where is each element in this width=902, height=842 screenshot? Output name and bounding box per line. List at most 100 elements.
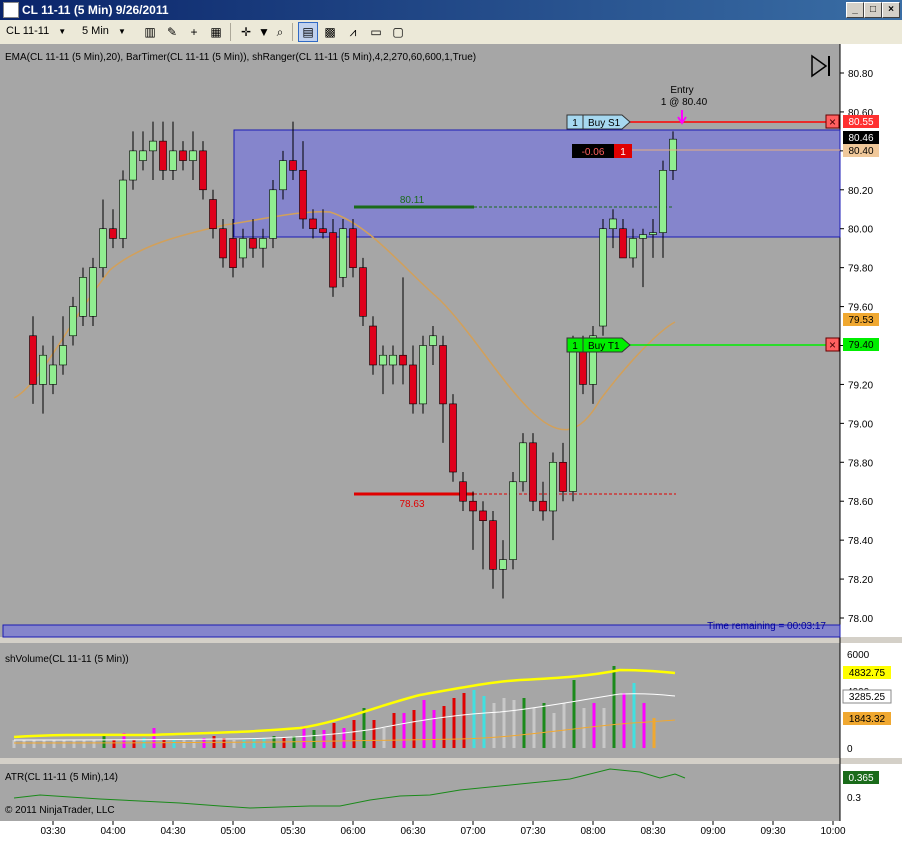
candle-body [399, 354, 407, 366]
volume-yellow-line [13, 668, 676, 739]
candle-body [619, 228, 627, 259]
add-icon[interactable]: + [184, 22, 204, 42]
candle-body [89, 267, 97, 317]
time-tick-label: 05:30 [280, 826, 305, 837]
close-button[interactable]: × [882, 2, 900, 18]
candle-body [109, 228, 117, 239]
volume-bar [472, 690, 476, 748]
buy-s1-label: Buy S1 [588, 118, 621, 129]
time-tick-label: 07:00 [460, 826, 485, 837]
entry-label: Entry [670, 85, 693, 96]
stop-price-marker: 80.55 [843, 115, 879, 128]
volume-bar [12, 740, 16, 748]
price-tick-label: 78.60 [848, 497, 873, 508]
volume-bar [252, 738, 256, 748]
panel-splitter-atr[interactable] [0, 758, 902, 764]
volume-bar [352, 720, 356, 748]
volume-bar [282, 738, 286, 748]
volume-bar [522, 698, 526, 748]
candle-body [179, 150, 187, 161]
volume-orange-marker: 1843.32 [843, 712, 891, 725]
cancel-buy-s1-button[interactable]: × [825, 114, 840, 129]
candle-body [329, 232, 337, 288]
pencil-icon[interactable]: ✎ [162, 22, 182, 42]
candle-body [259, 238, 267, 249]
candle-body [189, 150, 197, 161]
buy-t1-label: Buy T1 [588, 341, 620, 352]
volume-bar [452, 698, 456, 748]
volume-bar [602, 708, 606, 748]
candle-body [199, 150, 207, 191]
position-pnl: -0.06 [582, 147, 605, 158]
candle-body [409, 364, 417, 405]
chart-trader-icon[interactable]: ▤ [298, 22, 318, 42]
panel-splitter-volume[interactable] [0, 637, 902, 643]
volume-bar [632, 683, 636, 748]
buy-t1-order[interactable]: 1 Buy T1 [566, 337, 631, 353]
volume-bar [642, 703, 646, 748]
volume-bar [622, 693, 626, 748]
volume-bar [182, 740, 186, 748]
bar-type-icon[interactable]: ▥ [140, 22, 160, 42]
volume-bar [382, 728, 386, 748]
candle-body [479, 510, 487, 521]
candle-body [369, 325, 377, 366]
candle-body [649, 232, 657, 235]
candle-body [319, 228, 327, 233]
candle-body [429, 335, 437, 346]
atr-axis-tick: 0.3 [847, 793, 861, 804]
candle-body [209, 199, 217, 230]
candle-body [539, 500, 547, 512]
position-marker[interactable]: -0.06 1 [572, 144, 632, 158]
volume-bar [262, 738, 266, 748]
atr-value-marker: 0.365 [843, 771, 879, 784]
candle-body [569, 345, 577, 492]
minimize-button[interactable]: _ [846, 2, 864, 18]
volume-bar [222, 738, 226, 748]
volume-yellow-marker: 4832.75 [843, 666, 891, 679]
skip-to-end-icon[interactable] [811, 54, 830, 78]
properties-icon[interactable]: ▭ [366, 22, 386, 42]
time-tick-label: 09:30 [760, 826, 785, 837]
buy-s1-order[interactable]: 1 Buy S1 [566, 114, 631, 130]
candle-body [229, 238, 237, 268]
svg-text:1843.32: 1843.32 [849, 714, 886, 725]
grid-icon[interactable]: ▦ [206, 22, 226, 42]
candle-body [279, 160, 287, 191]
candle-body [29, 335, 37, 385]
chart-area[interactable]: 80.11 78.63 1 Buy S1 × 1 Buy T1 × -0.06 … [0, 44, 902, 842]
svg-text:3285.25: 3285.25 [849, 692, 886, 703]
chart-canvas[interactable]: 80.11 78.63 1 Buy S1 × 1 Buy T1 × -0.06 … [0, 44, 902, 842]
volume-bar [232, 740, 236, 748]
volume-bar [342, 728, 346, 748]
window-title: CL 11-11 (5 Min) 9/26/2011 [22, 3, 169, 17]
candle-body [669, 138, 677, 171]
svg-text:80.40: 80.40 [848, 146, 873, 157]
time-tick-label: 05:00 [220, 826, 245, 837]
volume-bar [102, 736, 106, 748]
candle-body [269, 189, 277, 239]
candle-body [49, 364, 57, 385]
volume-bar [52, 740, 56, 748]
indicators-icon[interactable]: ⩘ [343, 22, 363, 42]
candle-body [249, 238, 257, 249]
volume-bar [612, 666, 616, 748]
instrument-selector[interactable]: CL 11-11 ▼ [6, 23, 76, 40]
price-tick-label: 79.80 [848, 264, 873, 275]
copyright-label: © 2011 NinjaTrader, LLC [5, 805, 115, 816]
maximize-button[interactable]: □ [864, 2, 882, 18]
price-tick-label: 79.00 [848, 419, 873, 430]
position-qty: 1 [620, 147, 626, 158]
strategies-icon[interactable]: ▩ [320, 22, 340, 42]
interval-selector[interactable]: 5 Min ▼ [82, 23, 138, 40]
volume-bar [42, 740, 46, 748]
cancel-buy-t1-button[interactable]: × [825, 337, 840, 352]
data-box-icon[interactable]: ▢ [388, 22, 408, 42]
candle-body [79, 277, 87, 317]
zoom-icon[interactable]: ⌕ [270, 22, 290, 42]
volume-bar [572, 680, 576, 748]
candle-body [389, 354, 397, 366]
crosshair-icon[interactable]: ✛ [236, 22, 256, 42]
time-tick-label: 03:30 [40, 826, 65, 837]
candle-body [529, 442, 537, 502]
